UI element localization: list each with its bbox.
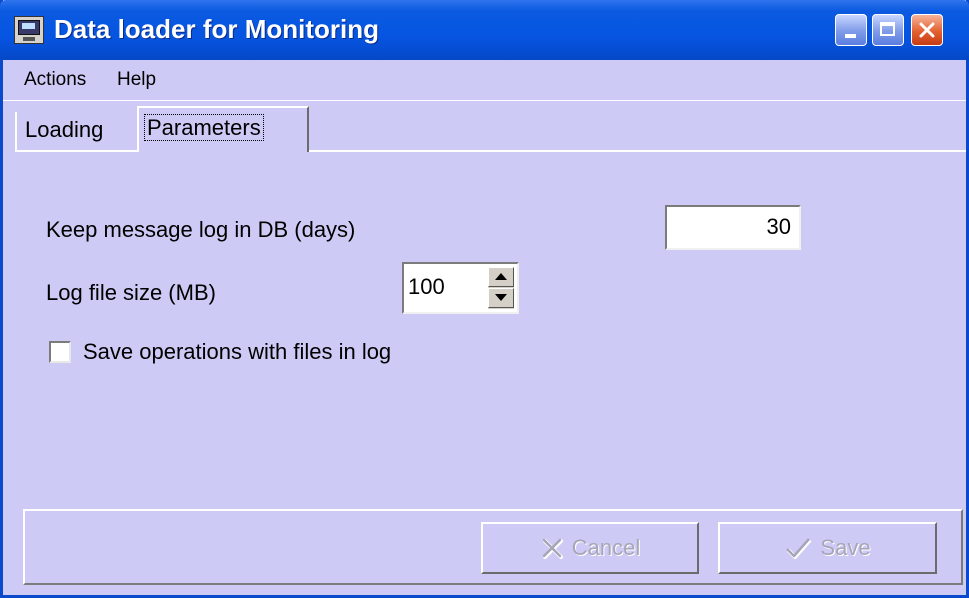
- minimize-icon: [845, 34, 856, 38]
- menu-help[interactable]: Help: [117, 68, 156, 92]
- app-window: Data loader for Monitoring Actions Help …: [0, 0, 969, 598]
- tab-border: [15, 112, 17, 152]
- save-ops-checkbox[interactable]: [49, 341, 71, 363]
- save-button[interactable]: Save: [718, 522, 937, 574]
- save-button-label: Save: [820, 535, 871, 560]
- cancel-button-label: Cancel: [571, 535, 641, 560]
- log-size-value[interactable]: 100: [408, 274, 445, 300]
- minimize-button[interactable]: [835, 14, 867, 46]
- keep-log-days-input[interactable]: 30: [665, 205, 801, 250]
- maximize-icon: [880, 22, 895, 36]
- log-size-label: Log file size (MB): [46, 280, 216, 305]
- menu-bar: Actions Help: [3, 60, 966, 101]
- save-ops-label[interactable]: Save operations with files in log: [83, 338, 391, 366]
- close-button[interactable]: [911, 14, 943, 46]
- keep-log-label: Keep message log in DB (days): [46, 217, 356, 242]
- tab-parameters[interactable]: Parameters: [137, 106, 309, 152]
- tab-border: [15, 150, 137, 152]
- tab-border: [309, 150, 966, 152]
- maximize-button[interactable]: [872, 14, 904, 46]
- window-title: Data loader for Monitoring: [54, 14, 379, 44]
- menu-actions[interactable]: Actions: [24, 68, 86, 92]
- log-size-stepper[interactable]: 100: [402, 262, 519, 314]
- tab-loading[interactable]: Loading: [25, 116, 135, 148]
- stepper-arrows: [488, 267, 514, 309]
- close-icon: [919, 22, 935, 38]
- cancel-x-icon: [542, 538, 563, 559]
- tab-parameters-label: Parameters: [144, 114, 264, 141]
- title-bar[interactable]: Data loader for Monitoring: [0, 0, 969, 60]
- cancel-button[interactable]: Cancel: [481, 522, 699, 574]
- stepper-up-icon[interactable]: [488, 267, 514, 287]
- stepper-down-icon[interactable]: [488, 288, 514, 308]
- monitor-app-icon[interactable]: [14, 16, 44, 44]
- save-check-icon: [786, 538, 812, 559]
